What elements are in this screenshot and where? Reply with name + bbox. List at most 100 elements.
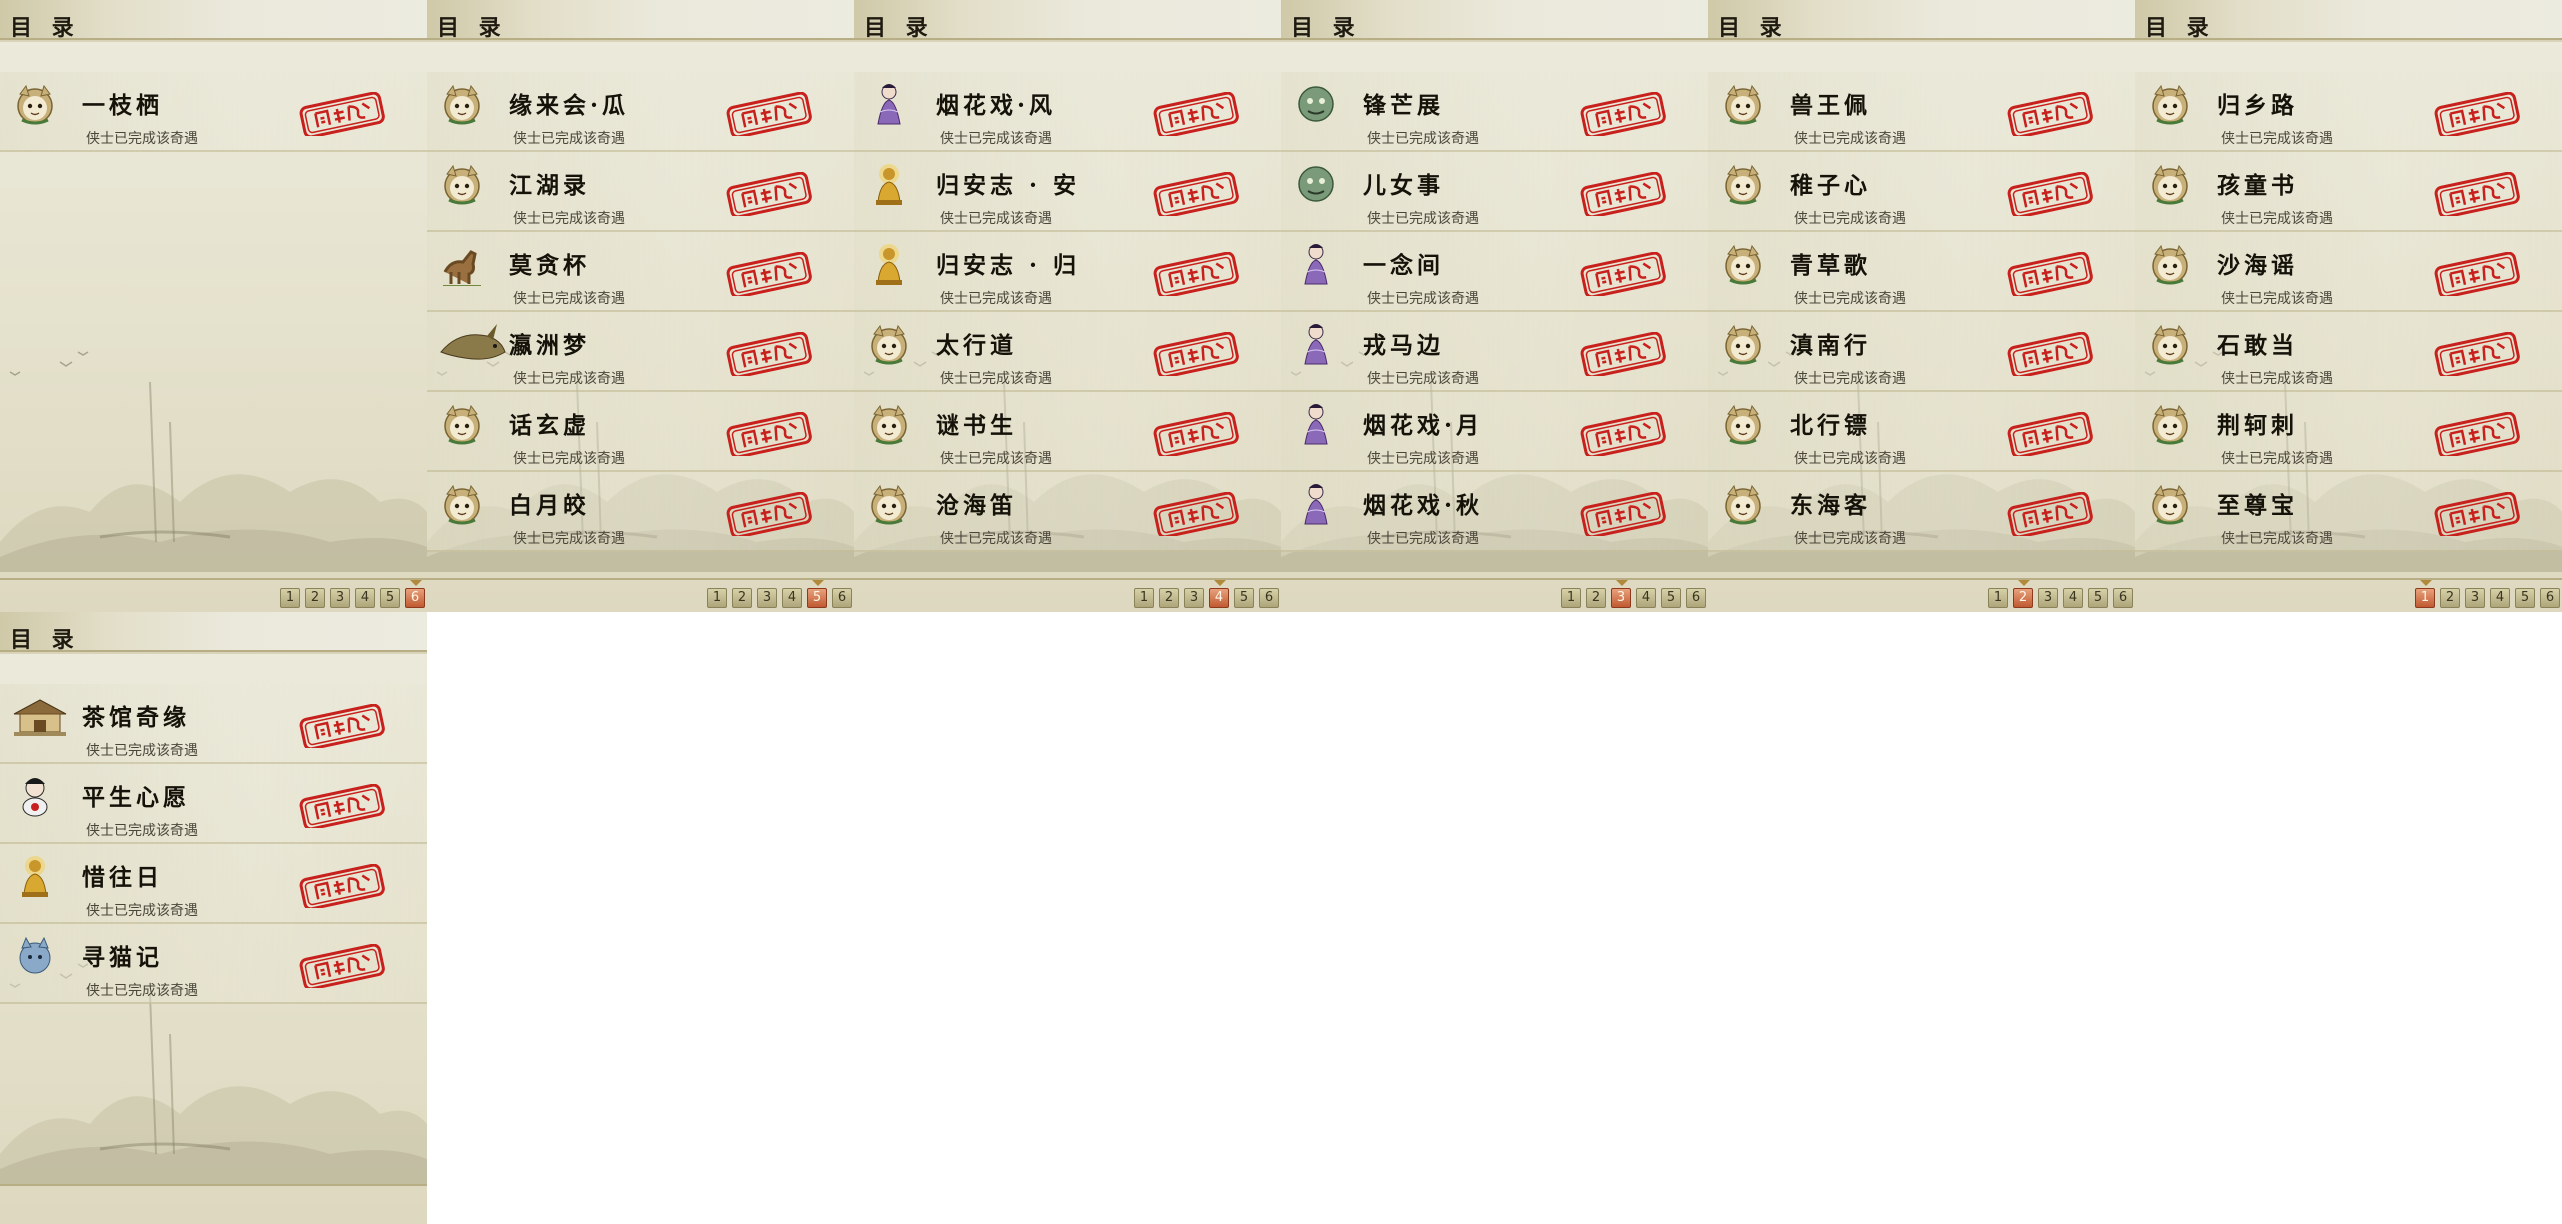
adventure-entry[interactable]: 太行道 侠士已完成该奇遇 bbox=[854, 312, 1281, 392]
page-button-1[interactable]: 1 bbox=[707, 588, 727, 608]
page-button-1[interactable]: 1 bbox=[1988, 588, 2008, 608]
page-button-6[interactable]: 6 bbox=[2540, 588, 2560, 608]
page-button-2[interactable]: 2 bbox=[1159, 588, 1179, 608]
adventure-entry[interactable]: 惜往日 侠士已完成该奇遇 bbox=[0, 844, 427, 924]
page-button-2[interactable]: 2 bbox=[305, 588, 325, 608]
page-button-6[interactable]: 6 bbox=[405, 580, 425, 608]
page-button-1[interactable]: 1 bbox=[1134, 588, 1154, 608]
cat-face-icon bbox=[1720, 402, 1766, 446]
page-button-2[interactable]: 2 bbox=[1586, 588, 1606, 608]
adventure-entry[interactable]: 一念间 侠士已完成该奇遇 bbox=[1281, 232, 1708, 312]
completed-stamp-icon bbox=[725, 331, 813, 379]
adventure-entry[interactable]: 沧海笛 侠士已完成该奇遇 bbox=[854, 472, 1281, 552]
page-button-3[interactable]: 3 bbox=[1184, 588, 1204, 608]
page-button-1[interactable]: 1 bbox=[280, 588, 300, 608]
adventure-name: 孩童书 bbox=[2217, 172, 2298, 199]
adventure-entry[interactable]: 青草歌 侠士已完成该奇遇 bbox=[1708, 232, 2135, 312]
adventure-entry[interactable]: 江湖录 侠士已完成该奇遇 bbox=[427, 152, 854, 232]
lady-icon bbox=[1293, 482, 1339, 526]
adventure-entry[interactable]: 平生心愿 侠士已完成该奇遇 bbox=[0, 764, 427, 844]
cat-face-icon bbox=[2147, 242, 2193, 286]
adventure-entry[interactable]: 锋芒展 侠士已完成该奇遇 bbox=[1281, 72, 1708, 152]
adventure-entry[interactable]: 沙海谣 侠士已完成该奇遇 bbox=[2135, 232, 2562, 312]
page-button-2[interactable]: 2 bbox=[732, 588, 752, 608]
adventure-entry[interactable]: 一枝栖 侠士已完成该奇遇 bbox=[0, 72, 427, 152]
adventure-entry[interactable]: 话玄虚 侠士已完成该奇遇 bbox=[427, 392, 854, 472]
adventure-entry[interactable]: 瀛洲梦 侠士已完成该奇遇 bbox=[427, 312, 854, 392]
adventure-entry[interactable]: 归安志 · 归侠士已完成该奇遇 bbox=[854, 232, 1281, 312]
adventure-entry[interactable]: 至尊宝 侠士已完成该奇遇 bbox=[2135, 472, 2562, 552]
page-button-6[interactable]: 6 bbox=[2113, 588, 2133, 608]
adventure-name: 稚子心 bbox=[1790, 172, 1871, 199]
cat-face-icon bbox=[1720, 322, 1766, 366]
adventure-entry[interactable]: 白月皎 侠士已完成该奇遇 bbox=[427, 472, 854, 552]
page-button-4[interactable]: 4 bbox=[2063, 588, 2083, 608]
completion-status: 侠士已完成该奇遇 bbox=[2221, 451, 2333, 467]
adventure-name: 归安志 · 归 bbox=[936, 252, 1081, 279]
cat-face-icon bbox=[439, 162, 485, 206]
adventure-entry[interactable]: 稚子心 侠士已完成该奇遇 bbox=[1708, 152, 2135, 232]
adventure-entry[interactable]: 茶馆奇缘 侠士已完成该奇遇 bbox=[0, 684, 427, 764]
page-button-6[interactable]: 6 bbox=[832, 588, 852, 608]
page-button-3[interactable]: 3 bbox=[2038, 588, 2058, 608]
page-button-5[interactable]: 5 bbox=[2088, 588, 2108, 608]
adventure-entry[interactable]: 烟花戏·秋 侠士已完成该奇遇 bbox=[1281, 472, 1708, 552]
adventure-entry[interactable]: 戎马边 侠士已完成该奇遇 bbox=[1281, 312, 1708, 392]
adventure-entry[interactable]: 谜书生 侠士已完成该奇遇 bbox=[854, 392, 1281, 472]
completion-status: 侠士已完成该奇遇 bbox=[940, 371, 1052, 387]
adventure-entry[interactable]: 莫贪杯 侠士已完成该奇遇 bbox=[427, 232, 854, 312]
pager-divider bbox=[1281, 578, 1708, 580]
adventure-entry[interactable]: 滇南行 侠士已完成该奇遇 bbox=[1708, 312, 2135, 392]
blue-cat-icon bbox=[12, 934, 58, 978]
completed-stamp-icon bbox=[1579, 171, 1667, 219]
lady-icon bbox=[866, 82, 912, 126]
page-button-5[interactable]: 5 bbox=[2515, 588, 2535, 608]
completed-stamp-icon bbox=[298, 91, 386, 139]
page-button-2[interactable]: 2 bbox=[2013, 580, 2033, 608]
page-button-2[interactable]: 2 bbox=[2440, 588, 2460, 608]
page-button-4[interactable]: 4 bbox=[2490, 588, 2510, 608]
page-button-3[interactable]: 3 bbox=[330, 588, 350, 608]
adventure-entry[interactable]: 孩童书 侠士已完成该奇遇 bbox=[2135, 152, 2562, 232]
adventure-name: 一念间 bbox=[1363, 252, 1444, 279]
adventure-entry[interactable]: 烟花戏·风 侠士已完成该奇遇 bbox=[854, 72, 1281, 152]
cat-face-icon bbox=[12, 82, 58, 126]
page-button-5[interactable]: 5 bbox=[380, 588, 400, 608]
completed-stamp-icon bbox=[1152, 331, 1240, 379]
page-button-4[interactable]: 4 bbox=[782, 588, 802, 608]
completion-status: 侠士已完成该奇遇 bbox=[86, 983, 198, 999]
adventure-entry[interactable]: 兽王佩 侠士已完成该奇遇 bbox=[1708, 72, 2135, 152]
adventure-entry[interactable]: 儿女事 侠士已完成该奇遇 bbox=[1281, 152, 1708, 232]
page-button-3[interactable]: 3 bbox=[2465, 588, 2485, 608]
page-button-4[interactable]: 4 bbox=[355, 588, 375, 608]
page-button-1[interactable]: 1 bbox=[2415, 580, 2435, 608]
adventure-entry[interactable]: 荆轲刺 侠士已完成该奇遇 bbox=[2135, 392, 2562, 472]
completion-status: 侠士已完成该奇遇 bbox=[513, 371, 625, 387]
adventure-name: 烟花戏·风 bbox=[936, 92, 1057, 119]
adventure-entry[interactable]: 石敢当 侠士已完成该奇遇 bbox=[2135, 312, 2562, 392]
page-button-3[interactable]: 3 bbox=[757, 588, 777, 608]
page-button-4[interactable]: 4 bbox=[1636, 588, 1656, 608]
page-button-1[interactable]: 1 bbox=[1561, 588, 1581, 608]
adventure-entry[interactable]: 烟花戏·月 侠士已完成该奇遇 bbox=[1281, 392, 1708, 472]
page-button-5[interactable]: 5 bbox=[1661, 588, 1681, 608]
completed-stamp-icon bbox=[2006, 331, 2094, 379]
adventure-entry[interactable]: 北行镖 侠士已完成该奇遇 bbox=[1708, 392, 2135, 472]
page-button-5[interactable]: 5 bbox=[1234, 588, 1254, 608]
adventure-entry[interactable]: 归乡路 侠士已完成该奇遇 bbox=[2135, 72, 2562, 152]
adventure-name: 白月皎 bbox=[509, 492, 590, 519]
adventure-entry[interactable]: 归安志 · 安侠士已完成该奇遇 bbox=[854, 152, 1281, 232]
page-button-6[interactable]: 6 bbox=[1259, 588, 1279, 608]
pagination: 123456 bbox=[2415, 580, 2560, 610]
adventure-entry[interactable]: 东海客 侠士已完成该奇遇 bbox=[1708, 472, 2135, 552]
page-button-6[interactable]: 6 bbox=[1686, 588, 1706, 608]
page-button-5[interactable]: 5 bbox=[807, 580, 827, 608]
completed-stamp-icon bbox=[298, 783, 386, 831]
adventure-entry[interactable]: 缘来会·瓜 侠士已完成该奇遇 bbox=[427, 72, 854, 152]
completed-stamp-icon bbox=[1579, 411, 1667, 459]
cat-face-icon bbox=[1720, 242, 1766, 286]
adventure-entry[interactable]: 寻猫记 侠士已完成该奇遇 bbox=[0, 924, 427, 1004]
cat-face-icon bbox=[439, 402, 485, 446]
page-button-4[interactable]: 4 bbox=[1209, 580, 1229, 608]
page-button-3[interactable]: 3 bbox=[1611, 580, 1631, 608]
